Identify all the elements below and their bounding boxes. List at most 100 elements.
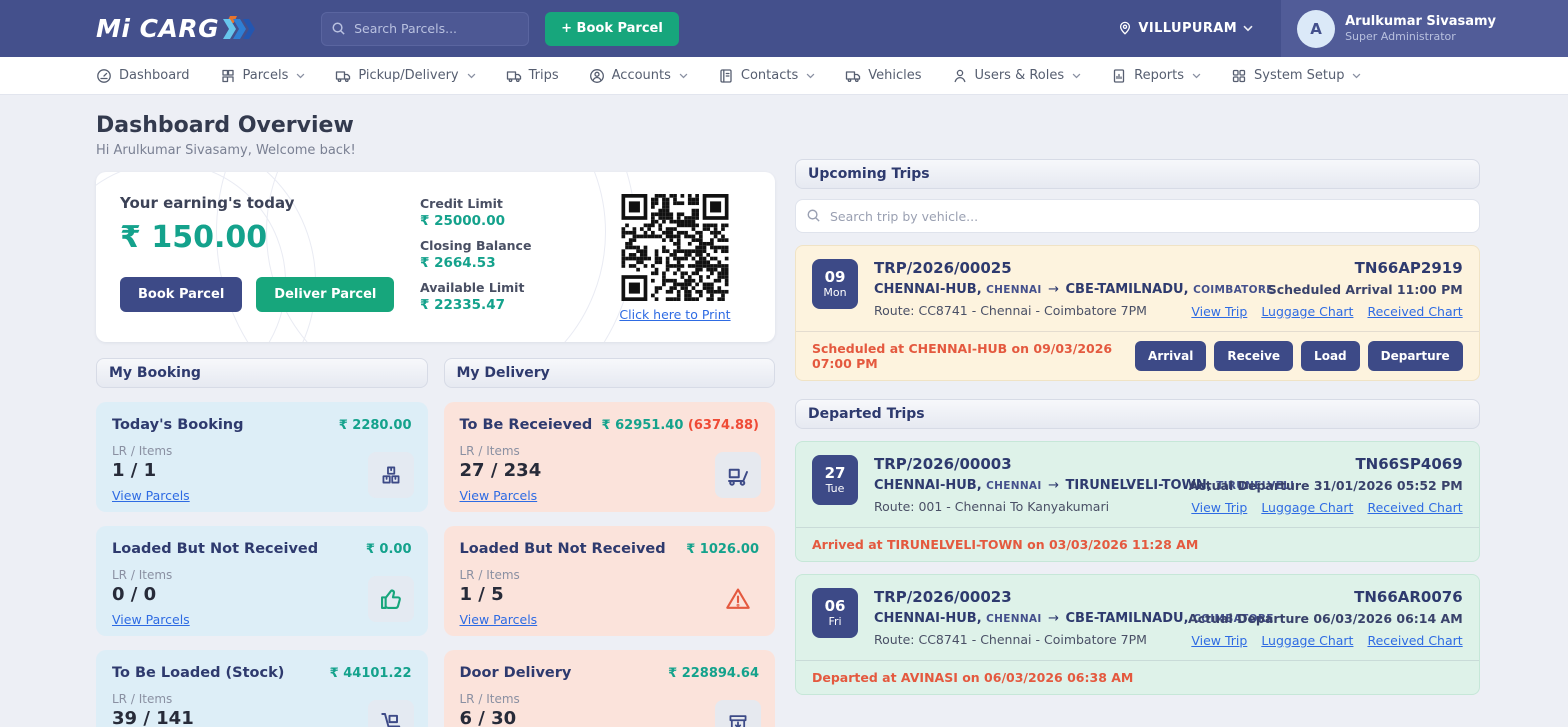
user-role: Super Administrator [1345, 30, 1456, 44]
route-arrow-icon: → [1048, 478, 1059, 493]
trip-search-input[interactable] [795, 199, 1480, 233]
stat-title: To Be Loaded (Stock) [112, 665, 285, 681]
receive-button[interactable]: Receive [1214, 341, 1294, 371]
book-parcel-header-button[interactable]: + Book Parcel [545, 11, 679, 46]
received-chart-link[interactable]: Received Chart [1367, 633, 1462, 648]
credit-value: ₹ 25000.00 [420, 213, 505, 229]
chevron-down-icon [1243, 25, 1253, 32]
received-chart-link[interactable]: Received Chart [1367, 304, 1462, 319]
credit-item: Credit Limit ₹ 25000.00 [420, 196, 595, 229]
vehicle-icon [845, 68, 861, 84]
stat-amount: ₹ 0.00 [365, 542, 412, 557]
stat-icon-box [715, 700, 761, 727]
trip-number: TRP/2026/00003 [874, 455, 1012, 473]
handtruck-icon [379, 711, 403, 727]
credit-value: ₹ 2664.53 [420, 255, 496, 271]
search-icon [331, 21, 346, 36]
search-input[interactable] [321, 11, 530, 46]
trip-status-text: Arrived at TIRUNELVELI-TOWN on 03/03/202… [812, 537, 1199, 552]
luggage-chart-link[interactable]: Luggage Chart [1261, 304, 1353, 319]
stat-title: Loaded But Not Received [112, 541, 319, 557]
parcel-search [321, 11, 530, 46]
received-chart-link[interactable]: Received Chart [1367, 500, 1462, 515]
view-trip-link[interactable]: View Trip [1191, 633, 1247, 648]
credit-label: Credit Limit [420, 196, 503, 211]
route-arrow-icon: → [1048, 611, 1059, 626]
users-icon [952, 68, 968, 84]
stat-icon-box [715, 576, 761, 622]
app-logo: Mi CARG [96, 14, 257, 43]
trip-status-row: Departed at AVINASI on 06/03/2026 06:38 … [796, 660, 1479, 694]
trip-card: 09 Mon TRP/2026/00025 CHENNAI-HUB, CHENN… [795, 245, 1480, 381]
view-parcels-link[interactable]: View Parcels [112, 612, 190, 627]
load-button[interactable]: Load [1301, 341, 1360, 371]
branch-selector[interactable]: VILLUPURAM [1118, 21, 1253, 36]
trip-date-badge: 09 Mon [812, 259, 858, 309]
stat-icon-box [715, 452, 761, 498]
departed-trips-header: Departed Trips [795, 399, 1480, 429]
page-subtitle: Hi Arulkumar Sivasamy, Welcome back! [96, 143, 356, 158]
trip-route-line: CHENNAI-HUB, CHENNAI → CBE-TAMILNADU, CO… [874, 611, 1274, 626]
nav-item-trips[interactable]: Trips [506, 68, 559, 84]
trip-route-line: CHENNAI-HUB, CHENNAI → CBE-TAMILNADU, CO… [874, 282, 1274, 297]
earnings-amount: ₹ 150.00 [120, 220, 268, 255]
credit-summary: Credit Limit ₹ 25000.00 Closing Balance … [420, 194, 595, 322]
my-delivery-header: My Delivery [443, 358, 775, 388]
vehicle-number: TN66AR0076 [1354, 588, 1463, 606]
thumbs-up-icon [378, 586, 404, 612]
app-header: Mi CARG + Book Parcel VILLUPURAM A Arulk… [0, 0, 1568, 57]
print-qr-link[interactable]: Click here to Print [619, 307, 730, 322]
trip-status-text: Scheduled at CHENNAI-HUB on 09/03/2026 0… [812, 341, 1113, 371]
trip-route: Route: CC8741 - Chennai - Coimbatore 7PM [874, 632, 1147, 647]
trip-card: 06 Fri TRP/2026/00023 CHENNAI-HUB, CHENN… [795, 574, 1480, 695]
view-trip-link[interactable]: View Trip [1191, 500, 1247, 515]
stat-amount: ₹ 62951.40 (6374.88) [601, 418, 759, 433]
nav-item-pickup-delivery[interactable]: Pickup/Delivery [335, 68, 476, 84]
luggage-chart-link[interactable]: Luggage Chart [1261, 633, 1353, 648]
trip-status-row: Arrived at TIRUNELVELI-TOWN on 03/03/202… [796, 527, 1479, 561]
nav-item-parcels[interactable]: Parcels [220, 68, 306, 84]
trip-truck-icon [506, 68, 522, 84]
branch-name: VILLUPURAM [1138, 21, 1238, 36]
stat-card: Loaded But Not Received ₹ 1026.00 LR / I… [443, 526, 775, 636]
gauge-icon [96, 68, 112, 84]
nav-item-dashboard[interactable]: Dashboard [96, 68, 190, 84]
nav-item-accounts[interactable]: Accounts [589, 68, 688, 84]
credit-item: Available Limit ₹ 22335.47 [420, 280, 595, 313]
trip-date-badge: 27 Tue [812, 455, 858, 505]
stat-icon-box [367, 452, 414, 498]
departure-button[interactable]: Departure [1367, 341, 1463, 371]
luggage-chart-link[interactable]: Luggage Chart [1261, 500, 1353, 515]
trip-number: TRP/2026/00023 [874, 588, 1012, 606]
trip-schedule: Actual Departure 31/01/2026 05:52 PM [1188, 478, 1463, 493]
view-parcels-link[interactable]: View Parcels [460, 488, 538, 503]
stat-card: Loaded But Not Received ₹ 0.00 LR / Item… [96, 526, 428, 636]
nav-item-vehicles[interactable]: Vehicles [845, 68, 922, 84]
lr-items-value: 1 / 1 [112, 460, 157, 481]
user-menu[interactable]: A Arulkumar Sivasamy Super Administrator [1281, 0, 1568, 57]
stat-card: Door Delivery ₹ 228894.64 LR / Items 6 /… [443, 650, 775, 727]
view-parcels-link[interactable]: View Parcels [460, 612, 538, 627]
book-parcel-button[interactable]: Book Parcel [120, 277, 243, 312]
stat-card: To Be Receieved ₹ 62951.40 (6374.88) LR … [443, 402, 775, 512]
lr-items-label: LR / Items [459, 692, 520, 706]
nav-item-system-setup[interactable]: System Setup [1231, 68, 1361, 84]
stat-icon-box [367, 700, 414, 727]
contacts-icon [718, 68, 734, 84]
parcel-icon [220, 68, 236, 84]
my-booking-header: My Booking [96, 358, 428, 388]
view-trip-link[interactable]: View Trip [1191, 304, 1247, 319]
deliver-parcel-button[interactable]: Deliver Parcel [256, 277, 395, 312]
lr-items-value: 0 / 0 [112, 584, 157, 605]
nav-item-contacts[interactable]: Contacts [718, 68, 815, 84]
trolley-icon [726, 463, 750, 487]
nav-item-reports[interactable]: Reports [1111, 68, 1201, 84]
logo-chevrons-icon [221, 15, 257, 42]
view-parcels-link[interactable]: View Parcels [112, 488, 190, 503]
stat-icon-box [367, 576, 414, 622]
credit-value: ₹ 22335.47 [420, 297, 505, 313]
nav-item-users-roles[interactable]: Users & Roles [952, 68, 1082, 84]
arrival-button[interactable]: Arrival [1135, 341, 1207, 371]
location-pin-icon [1118, 21, 1132, 36]
chevron-down-icon [467, 73, 476, 79]
